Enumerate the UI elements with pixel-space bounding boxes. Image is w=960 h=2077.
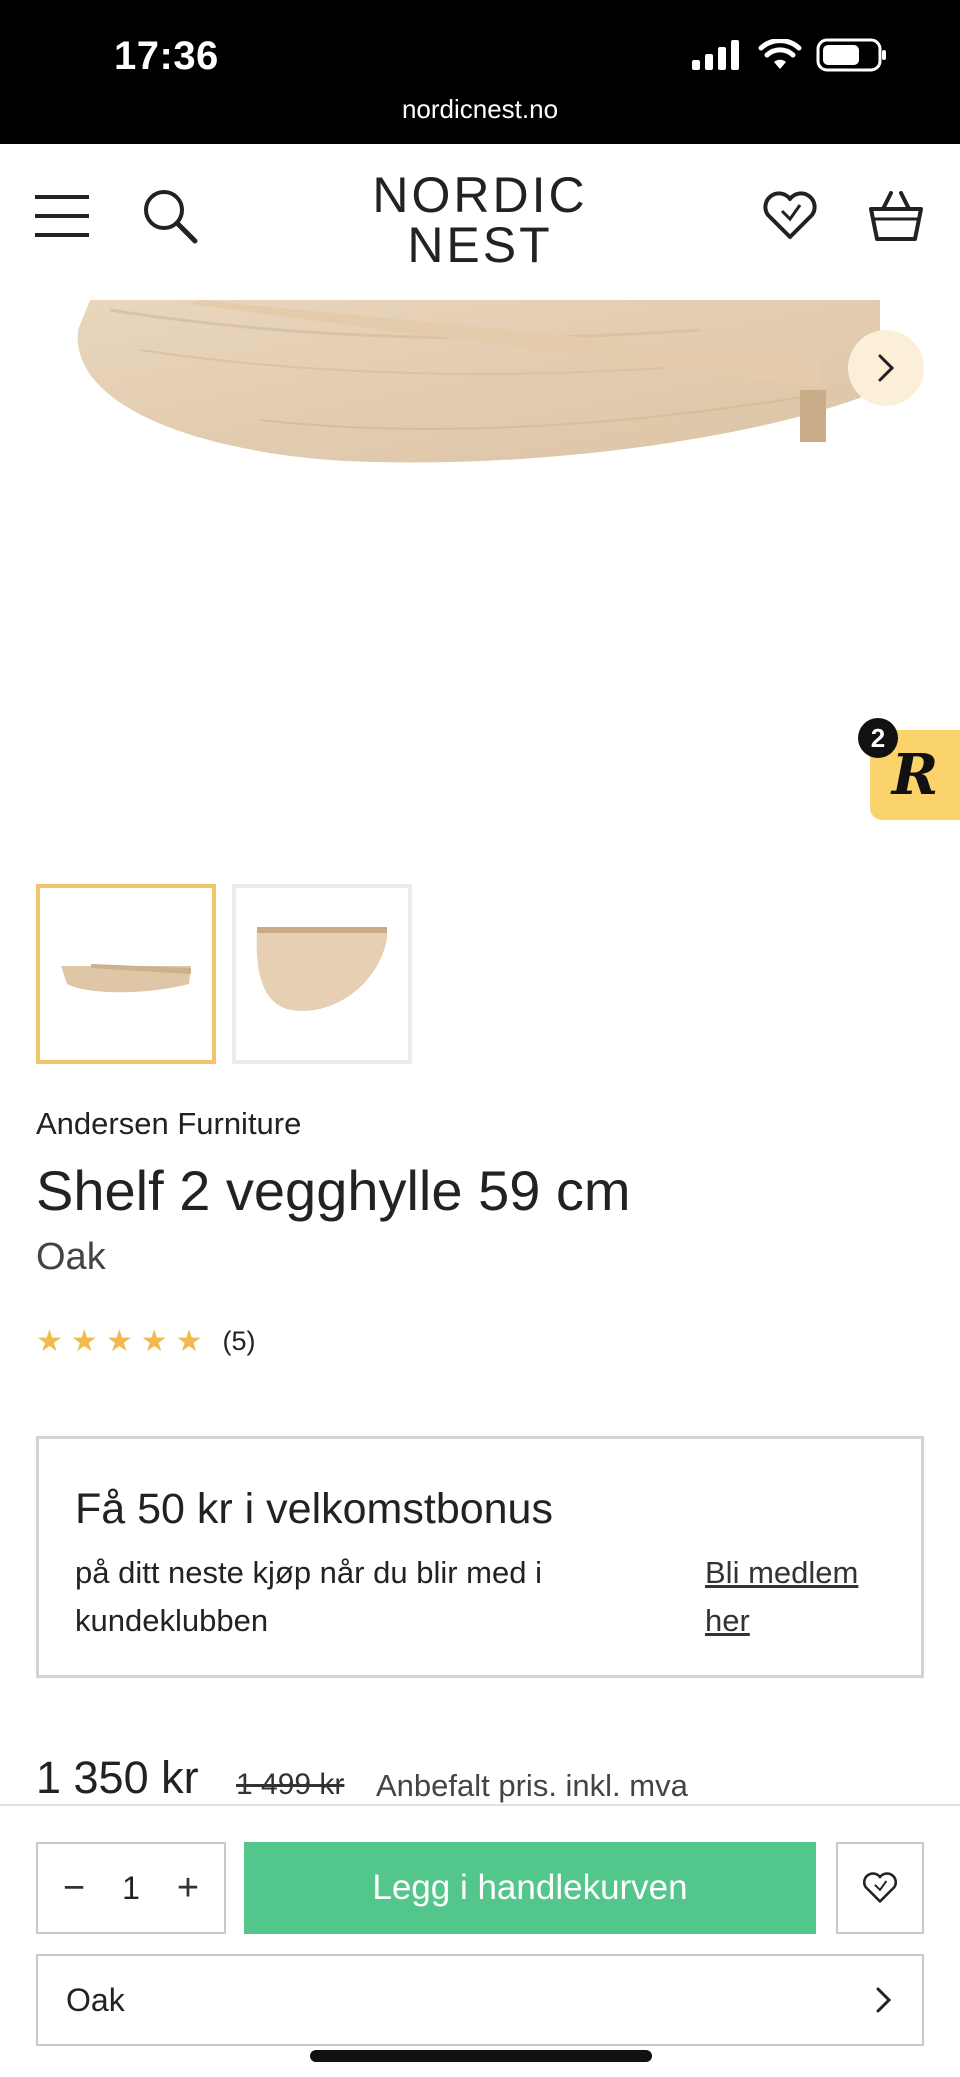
- next-image-button[interactable]: [848, 330, 924, 406]
- thumbnail-shelf-top-image: [256, 927, 387, 1011]
- star-icon: ★: [36, 1324, 63, 1358]
- rating-count: (5): [222, 1326, 256, 1356]
- increase-quantity-button[interactable]: +: [168, 1867, 208, 1910]
- star-icon: ★: [175, 1324, 203, 1358]
- purchase-bar: − 1 + Legg i handlekurven Oak: [0, 1804, 960, 2077]
- welcome-bonus-box: Få 50 kr i velkomstbonus på ditt neste k…: [36, 1436, 924, 1678]
- product-rating[interactable]: ★ ★ ★ ★ ★ (5): [36, 1326, 256, 1357]
- search-button[interactable]: [138, 184, 202, 248]
- add-to-wishlist-button[interactable]: [836, 1842, 924, 1934]
- heart-icon: [763, 191, 817, 239]
- battery-icon: [816, 38, 886, 72]
- bonus-text: på ditt neste kjøp når du blir med i kun…: [75, 1555, 542, 1638]
- original-price: 1 499 kr: [236, 1768, 345, 1801]
- logo-line-1: NORDIC: [372, 167, 588, 223]
- thumbnail-1[interactable]: [36, 884, 216, 1064]
- reviews-widget-logo: R: [891, 742, 939, 808]
- product-variant: Oak: [36, 1236, 106, 1278]
- product-title: Shelf 2 vegghylle 59 cm: [36, 1159, 631, 1222]
- quantity-stepper: − 1 +: [36, 1842, 226, 1934]
- wishlist-button[interactable]: [758, 184, 822, 248]
- selected-variant: Oak: [66, 1981, 125, 2018]
- home-indicator[interactable]: [310, 2050, 652, 2062]
- chevron-right-icon: [876, 1987, 892, 2013]
- add-to-cart-button[interactable]: Legg i handlekurven: [244, 1842, 816, 1934]
- site-header: NORDIC NEST: [0, 144, 960, 300]
- bonus-heading: Få 50 kr i velkomstbonus: [75, 1485, 553, 1533]
- star-icon: ★: [105, 1324, 133, 1358]
- wifi-icon: [758, 39, 802, 69]
- menu-icon: [35, 195, 89, 237]
- star-icon: ★: [140, 1324, 168, 1358]
- product-image-carousel[interactable]: [0, 300, 960, 840]
- quantity-value[interactable]: 1: [122, 1870, 140, 1907]
- variant-selector[interactable]: Oak: [36, 1954, 924, 2046]
- cart-button[interactable]: [864, 184, 928, 248]
- url-bar[interactable]: nordicnest.no: [0, 94, 960, 125]
- status-icons: [692, 38, 888, 72]
- thumbnail-2[interactable]: [232, 884, 412, 1064]
- status-bar: 17:36 nordicnest.no: [0, 0, 960, 144]
- signal-icon: [692, 40, 739, 70]
- chevron-right-icon: [878, 354, 895, 382]
- reviews-widget-count: 2: [858, 718, 898, 758]
- menu-button[interactable]: [30, 184, 94, 248]
- star-icon: ★: [70, 1324, 98, 1358]
- product-price: 1 350 kr: [36, 1752, 199, 1803]
- price-note: Anbefalt pris. inkl. mva: [376, 1768, 688, 1803]
- decrease-quantity-button[interactable]: −: [54, 1867, 94, 1910]
- search-icon: [144, 190, 198, 244]
- become-member-link[interactable]: Bli medlem her: [705, 1549, 885, 1645]
- thumbnail-shelf-side-image: [61, 964, 191, 993]
- product-main-image: [77, 300, 880, 463]
- logo-line-2: NEST: [407, 217, 553, 273]
- status-time: 17:36: [114, 34, 219, 78]
- product-brand[interactable]: Andersen Furniture: [36, 1106, 301, 1142]
- site-logo[interactable]: NORDIC NEST: [330, 170, 630, 270]
- heart-icon: [863, 1872, 897, 1903]
- basket-icon: [869, 191, 923, 241]
